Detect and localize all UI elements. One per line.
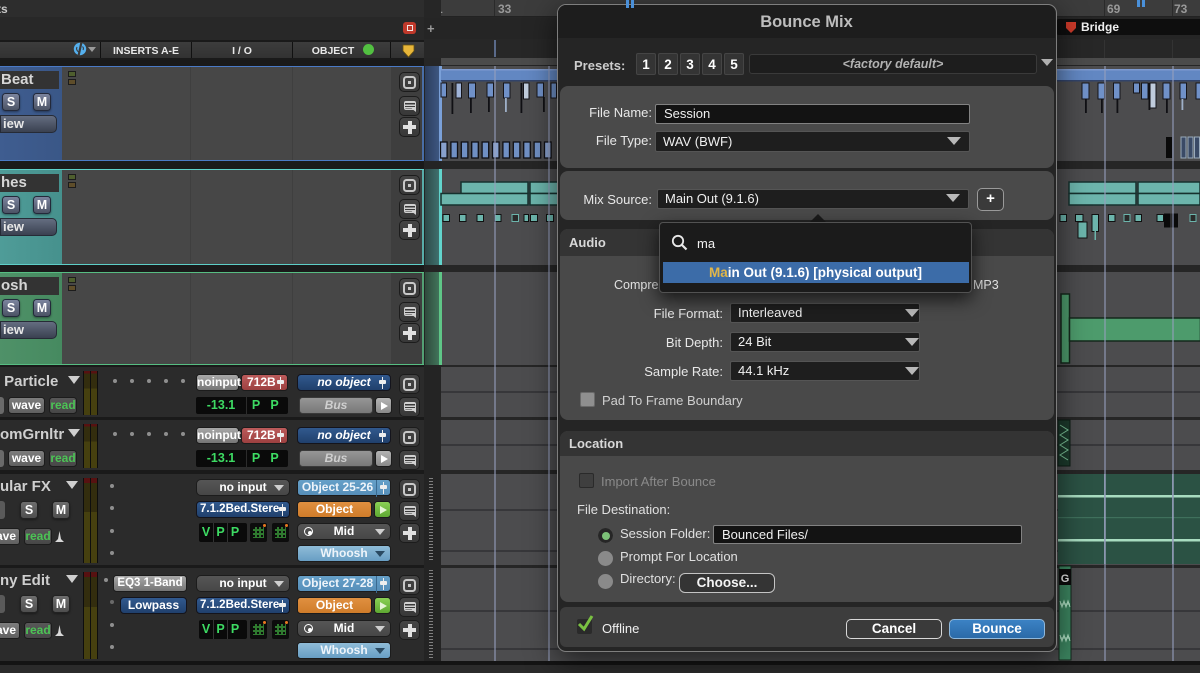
svg-text:G: G xyxy=(1061,573,1070,585)
